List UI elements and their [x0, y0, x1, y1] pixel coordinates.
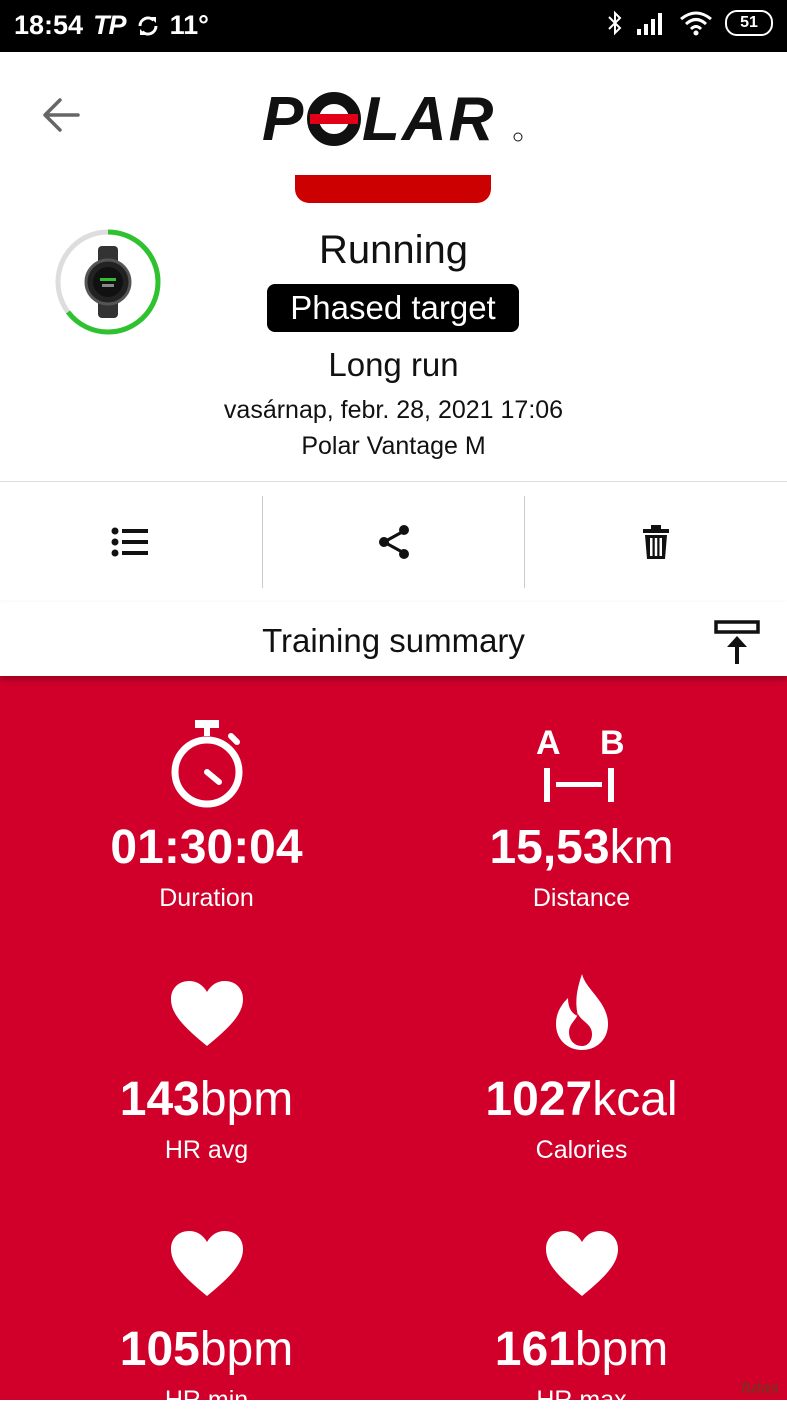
device-name: Polar Vantage M [301, 432, 486, 460]
status-right: 51 [607, 10, 773, 36]
metric-calories: 1027kcal Calories [385, 972, 778, 1165]
polar-logo: P LAR [262, 85, 523, 150]
metric-hr-avg: 143bpm HR avg [10, 980, 403, 1165]
status-temperature: 11° [169, 10, 209, 40]
list-icon [111, 527, 148, 557]
back-arrow-icon[interactable] [38, 92, 84, 138]
calories-label: Calories [535, 1136, 628, 1164]
hr-max-number: 161 [494, 1323, 575, 1376]
hr-min-unit: bpm [199, 1323, 294, 1376]
delete-button[interactable] [525, 482, 787, 602]
hr-avg-label: HR avg [164, 1136, 249, 1164]
distance-label: Distance [532, 884, 631, 912]
watermark-logo: futas [740, 1380, 779, 1397]
status-bar: 18:54 TP 11° 51 [0, 0, 787, 52]
svg-text:A: A [536, 724, 561, 762]
status-left: 18:54 TP 11° [14, 10, 209, 41]
stopwatch-icon [171, 720, 242, 808]
duration-value: 01:30:04 [10, 824, 403, 872]
flame-icon [555, 974, 608, 1050]
heart-icon [170, 981, 243, 1046]
distance-number: 15,53 [489, 821, 610, 874]
hr-min-label: HR min [164, 1386, 249, 1414]
svg-text:B: B [600, 724, 625, 762]
action-row [0, 481, 787, 603]
hr-min-value: 105bpm [10, 1326, 403, 1374]
svg-text:P: P [262, 85, 305, 150]
hr-avg-unit: bpm [199, 1073, 294, 1126]
metric-duration: 01:30:04 Duration [10, 720, 403, 913]
svg-text:LAR: LAR [362, 85, 495, 150]
hr-avg-value: 143bpm [10, 1076, 403, 1124]
hr-max-label: HR max [536, 1386, 627, 1414]
heart-icon [170, 1231, 243, 1296]
distance-unit: km [609, 821, 674, 874]
app-bar: P LAR [0, 52, 787, 162]
share-button[interactable] [263, 482, 525, 602]
target-type-badge: Phased target [267, 284, 519, 332]
summary-panel: 01:30:04 Duration A B 15,53km Distance 1… [0, 676, 787, 1414]
list-button[interactable] [0, 482, 262, 602]
sync-icon [138, 16, 158, 35]
trash-icon [643, 525, 669, 559]
hr-max-unit: bpm [574, 1323, 669, 1376]
calories-value: 1027kcal [385, 1076, 778, 1124]
session-datetime: vasárnap, febr. 28, 2021 17:06 [223, 396, 564, 424]
collapse-to-top-icon[interactable] [714, 620, 760, 666]
hr-max-value: 161bpm [385, 1326, 778, 1374]
calories-number: 1027 [485, 1073, 593, 1126]
metric-distance: A B 15,53km Distance [385, 720, 778, 913]
summary-title: Training summary [262, 622, 525, 659]
share-icon [379, 525, 409, 559]
wifi-icon [680, 11, 712, 36]
bluetooth-icon [608, 10, 622, 36]
metric-hr-min: 105bpm HR min [10, 1230, 403, 1415]
hr-min-number: 105 [119, 1323, 200, 1376]
hr-avg-number: 143 [119, 1073, 200, 1126]
duration-label: Duration [159, 884, 254, 912]
distance-value: 15,53km [385, 824, 778, 872]
header-accent-tab [295, 175, 491, 203]
calories-unit: kcal [592, 1073, 678, 1126]
carrier-label: TP [93, 10, 127, 40]
summary-header: Training summary [0, 602, 787, 676]
signal-icon [637, 13, 662, 35]
sport-title: Running [318, 228, 468, 272]
duration-number: 01:30:04 [110, 821, 303, 874]
battery-indicator: 51 [725, 10, 773, 36]
status-time: 18:54 [14, 10, 84, 40]
metric-hr-max: 161bpm HR max [385, 1230, 778, 1415]
target-name: Long run [328, 346, 459, 383]
distance-ab-icon: A B [536, 724, 625, 802]
heart-icon [545, 1231, 618, 1296]
